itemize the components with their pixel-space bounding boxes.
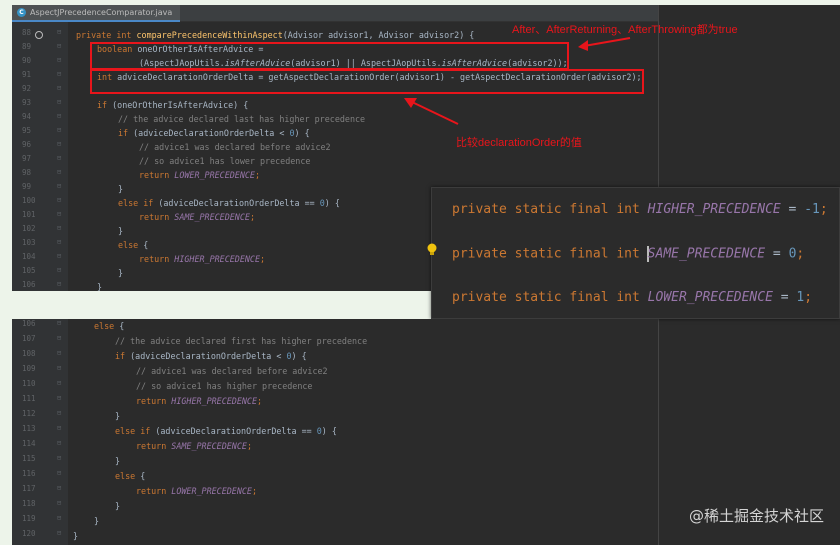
fold-marker-icon[interactable]: ⊟ [57,454,61,462]
code-token: } [115,501,121,511]
code-token: ; [246,441,252,451]
line-number: 113 [22,424,36,433]
constant-line-higher: private static final int HIGHER_PRECEDEN… [452,202,828,217]
code-line-b115: } [115,454,120,468]
fold-marker-icon[interactable]: ⊟ [57,319,61,327]
fold-marker-icon[interactable]: ⊟ [57,424,61,432]
line-number: 106 [22,319,36,328]
line-number: 107 [22,334,36,343]
constant-line-lower: private static final int LOWER_PRECEDENC… [452,290,812,305]
code-line-b120: } [73,529,78,543]
constant-line-same: private static final int SAME_PRECEDENCE… [452,246,804,262]
code-token: else if [115,426,156,436]
line-number: 120 [22,529,36,538]
code-token: LOWER_PRECEDENCE [647,290,773,305]
code-line-b106: else { [94,319,124,333]
fold-marker-icon[interactable]: ⊟ [57,499,61,507]
code-token: HIGHER_PRECEDENCE [171,396,258,406]
arrow-line-2 [411,101,459,125]
code-token: ; [257,396,263,406]
code-token: (adviceDeclarationOrderDelta < [130,351,287,361]
code-line-b110: // so advice1 has higher precedence [136,379,312,393]
fold-marker-icon[interactable]: ⊟ [57,484,61,492]
code-token: if [115,351,131,361]
code-token: // advice1 was declared before advice2 [136,366,328,376]
code-line-b112: } [115,409,120,423]
lightbulb-icon[interactable] [426,243,438,257]
code-token: ; [804,290,813,305]
line-number: 118 [22,499,36,508]
code-token: private static final int [452,246,648,262]
code-token: ; [251,486,258,496]
code-line-b113: else if (adviceDeclarationOrderDelta == … [115,424,337,438]
line-number: 114 [22,439,36,448]
code-token: } [115,411,121,421]
code-token: -1 [804,202,820,217]
code-token: return [136,486,172,496]
code-token: return [136,396,172,406]
code-line-b118: } [115,499,120,513]
code-token: ; [796,246,805,262]
arrow-line-1 [583,37,631,47]
watermark: @稀土掘金技术社区 [688,507,824,525]
code-token: } [94,516,100,526]
line-number: 112 [22,409,36,418]
code-token: // so advice1 has higher precedence [136,381,313,391]
code-token: = [772,290,797,305]
fold-marker-icon[interactable]: ⊟ [57,514,61,522]
code-token: LOWER_PRECEDENCE [171,486,252,496]
fold-marker-icon[interactable]: ⊟ [57,334,61,342]
code-token: ; [819,202,828,217]
code-token: private static final int [452,202,648,217]
fold-marker-icon[interactable]: ⊟ [57,349,61,357]
code-token: ) { [291,351,307,361]
line-number: 116 [22,469,36,478]
code-line-b116: else { [115,469,145,483]
code-line-b108: if (adviceDeclarationOrderDelta < 0) { [115,349,307,363]
line-number: 110 [22,379,36,388]
code-token: else [94,321,120,331]
line-number: 117 [22,484,36,493]
code-token: { [119,321,125,331]
code-token: SAME_PRECEDENCE [647,246,766,262]
line-number: 119 [22,514,36,523]
code-token: ) { [321,426,337,436]
constants-popup: private static final int HIGHER_PRECEDEN… [427,187,840,319]
code-token: { [140,471,146,481]
fold-marker-icon[interactable]: ⊟ [57,469,61,477]
line-number: 108 [22,349,36,358]
code-line-b111: return HIGHER_PRECEDENCE; [136,394,262,408]
fold-marker-icon[interactable]: ⊟ [57,529,61,537]
code-line-b119: } [94,514,99,528]
code-line-b114: return SAME_PRECEDENCE; [136,439,252,453]
code-line-b109: // advice1 was declared before advice2 [136,364,328,378]
line-number: 111 [22,394,36,403]
line-number: 115 [22,454,36,463]
code-token: (adviceDeclarationOrderDelta == [155,426,317,436]
code-line-b107: // the advice declared first has higher … [115,334,367,348]
code-token: } [73,531,79,541]
code-token: = [765,246,789,262]
code-token: else [115,471,141,481]
code-token: // the advice declared first has higher … [115,336,368,346]
line-number: 109 [22,364,36,373]
fold-marker-icon[interactable]: ⊟ [57,379,61,387]
code-token: return [136,441,172,451]
annotation-compare-order: 比较declarationOrder的值 [456,137,582,149]
fold-marker-icon[interactable]: ⊟ [57,394,61,402]
fold-marker-icon[interactable]: ⊟ [57,409,61,417]
code-token: SAME_PRECEDENCE [171,441,247,451]
code-line-b117: return LOWER_PRECEDENCE; [136,484,257,498]
fold-marker-icon[interactable]: ⊟ [57,439,61,447]
code-token: = [780,202,805,217]
annotation-after-true: After、AfterReturning、AfterThrowing都为true [512,24,738,36]
code-token: } [115,456,121,466]
code-editor-bottom[interactable]: 106 ⊟ 107 ⊟ 108 ⊟ 109 ⊟ 110 ⊟ 111 ⊟ 112 ⊟ 113 ⊟ 114 ⊟ 115 ⊟… [12,319,658,545]
fold-marker-icon[interactable]: ⊟ [57,364,61,372]
arrow-head-1 [578,40,588,51]
code-token: private static final int [452,290,648,305]
code-token: HIGHER_PRECEDENCE [647,202,781,217]
